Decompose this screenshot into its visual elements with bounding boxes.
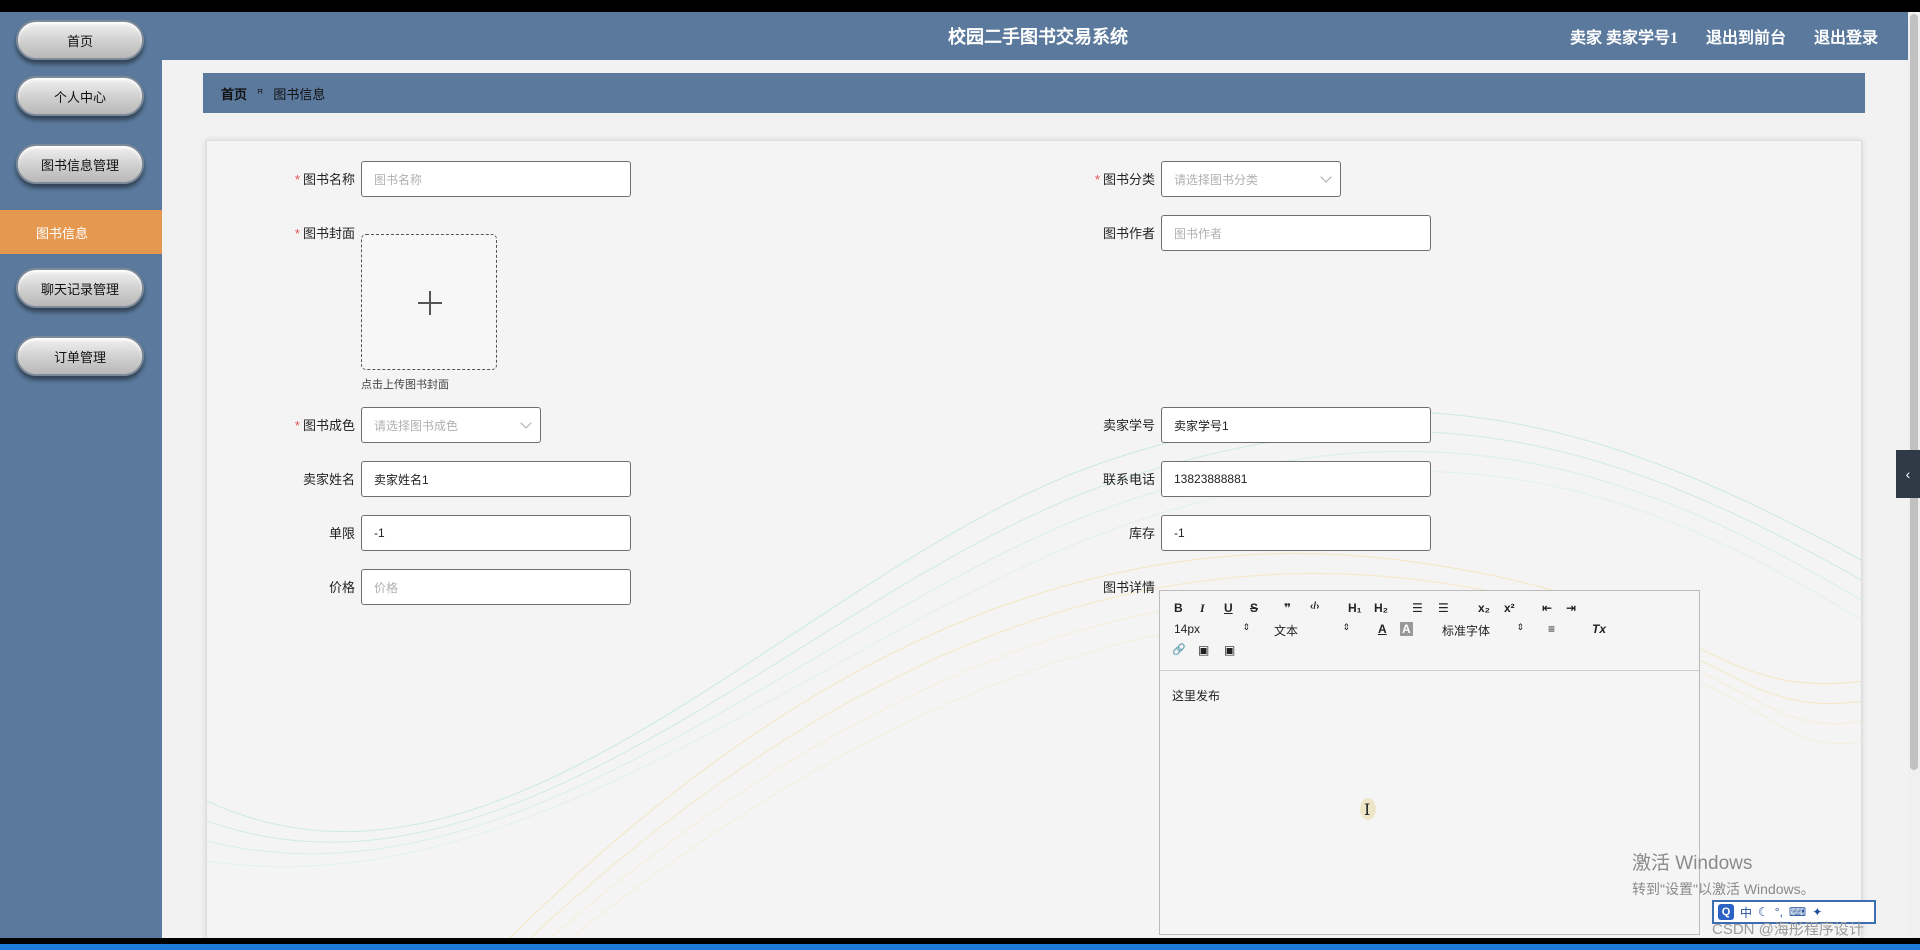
seller-id-input[interactable]: 卖家学号1 <box>1161 407 1431 443</box>
editor-content[interactable]: 这里发布 <box>1172 687 1220 704</box>
text-cursor-icon: I <box>1364 800 1371 819</box>
category-select[interactable]: 请选择图书分类 <box>1161 161 1341 197</box>
bold-icon[interactable]: B <box>1174 601 1183 615</box>
heading1-icon[interactable]: H₁ <box>1348 601 1362 615</box>
image-icon[interactable]: ▣ <box>1198 643 1209 657</box>
sidebar-item-book-info[interactable]: 图书信息 <box>0 210 162 254</box>
windows-activation-notice: 激活 Windows 转到"设置"以激活 Windows。 <box>1632 848 1815 899</box>
sidebar-item-home[interactable]: 首页 <box>16 20 144 60</box>
details-label: 图书详情 <box>1102 580 1155 595</box>
indent-icon[interactable]: ⇥ <box>1566 601 1576 615</box>
scrollbar-thumb[interactable] <box>1910 14 1918 770</box>
sidebar-item-orders[interactable]: 订单管理 <box>16 336 144 376</box>
cover-upload-tip: 点击上传图书封面 <box>361 379 449 391</box>
phone-input[interactable]: 13823888881 <box>1161 461 1431 497</box>
seller-name-input[interactable]: 卖家姓名1 <box>361 461 631 497</box>
moon-icon[interactable]: ☾ <box>1758 905 1769 919</box>
current-user: 卖家 卖家学号1 <box>1569 30 1678 47</box>
system-title: 校园二手图书交易系统 <box>948 27 1128 47</box>
app-window: 首页 个人中心 图书信息管理 图书信息 聊天记录管理 订单管理 校园二手图书交易… <box>0 12 1920 938</box>
top-header: 校园二手图书交易系统 卖家 卖家学号1 退出到前台 退出登录 <box>162 12 1920 60</box>
limit-label: 单限 <box>328 526 355 541</box>
user-area: 卖家 卖家学号1 退出到前台 退出登录 <box>1570 24 1878 48</box>
back-to-front-link[interactable]: 退出到前台 <box>1706 24 1786 48</box>
limit-input[interactable]: -1 <box>361 515 631 551</box>
keyboard-icon[interactable]: ⌨ <box>1789 905 1806 919</box>
cover-label: * 图书封面 <box>294 226 355 241</box>
background-color-icon[interactable]: A <box>1400 622 1413 636</box>
condition-label: * 图书成色 <box>294 418 355 433</box>
subscript-icon[interactable]: x₂ <box>1478 601 1490 615</box>
clear-format-icon[interactable]: Tx <box>1592 622 1606 636</box>
taskbar-progress-line <box>0 944 1920 950</box>
punctuation-icon[interactable]: °, <box>1775 905 1783 919</box>
italic-icon[interactable]: I <box>1200 601 1205 616</box>
author-label: 图书作者 <box>1102 226 1155 241</box>
outdent-icon[interactable]: ⇤ <box>1542 601 1552 615</box>
video-icon[interactable]: ▣ <box>1224 643 1235 657</box>
price-label: 价格 <box>328 580 355 595</box>
cover-upload-box[interactable] <box>361 234 497 370</box>
sidebar-item-book-management[interactable]: 图书信息管理 <box>16 144 144 184</box>
breadcrumb-home[interactable]: 首页 <box>221 84 247 103</box>
spinner-icon: ⇕ <box>1516 622 1524 632</box>
code-icon[interactable]: ‹/› <box>1310 601 1319 612</box>
breadcrumb: 首页 ꟸ 图书信息 <box>203 73 1865 113</box>
spinner-icon: ⇕ <box>1242 622 1250 632</box>
sidebar-item-chat-records[interactable]: 聊天记录管理 <box>16 268 144 308</box>
price-input[interactable]: 价格 <box>361 569 631 605</box>
chevron-down-icon <box>520 417 532 429</box>
book-name-label: * 图书名称 <box>294 172 355 187</box>
csdn-watermark: CSDN @海彤程序设计 <box>1712 921 1864 938</box>
sidebar: 首页 个人中心 图书信息管理 图书信息 聊天记录管理 订单管理 <box>0 12 162 938</box>
align-icon[interactable]: ≡ <box>1548 622 1555 636</box>
seller-id-label: 卖家学号 <box>1102 418 1155 433</box>
spinner-icon: ⇕ <box>1342 622 1350 632</box>
strikethrough-icon[interactable]: S <box>1250 601 1258 615</box>
editor-toolbar: B I U S ❞ ‹/› H₁ H₂ ☰ ☰ x₂ x² ⇤ ⇥ 14px ⇕ … <box>1160 591 1699 671</box>
chevron-down-icon <box>1320 171 1332 183</box>
author-input[interactable]: 图书作者 <box>1161 215 1431 251</box>
chevron-left-icon: ‹ <box>1905 466 1911 482</box>
text-type-select[interactable]: 文本 ⇕ <box>1274 622 1350 639</box>
seller-name-label: 卖家姓名 <box>302 472 355 487</box>
bullet-list-icon[interactable]: ☰ <box>1438 601 1449 615</box>
book-name-input[interactable]: 图书名称 <box>361 161 631 197</box>
superscript-icon[interactable]: x² <box>1504 601 1515 615</box>
ordered-list-icon[interactable]: ☰ <box>1412 601 1423 615</box>
heading2-icon[interactable]: H₂ <box>1374 601 1388 615</box>
quote-icon[interactable]: ❞ <box>1284 601 1291 615</box>
breadcrumb-current: 图书信息 <box>273 86 326 102</box>
stock-input[interactable]: -1 <box>1161 515 1431 551</box>
rich-text-editor: B I U S ❞ ‹/› H₁ H₂ ☰ ☰ x₂ x² ⇤ ⇥ 14px ⇕ … <box>1159 590 1700 935</box>
tool-icon[interactable]: ✦ <box>1812 905 1822 919</box>
font-color-icon[interactable]: A <box>1378 622 1387 636</box>
breadcrumb-separator-icon: ꟸ <box>257 87 264 100</box>
link-icon[interactable]: 🔗 <box>1172 643 1186 656</box>
activation-title: 激活 Windows <box>1632 853 1753 874</box>
stock-label: 库存 <box>1128 526 1155 541</box>
activation-subtitle: 转到"设置"以激活 Windows。 <box>1632 881 1815 897</box>
font-family-select[interactable]: 标准字体 ⇕ <box>1442 622 1524 639</box>
sidebar-item-personal-center[interactable]: 个人中心 <box>16 76 144 116</box>
phone-label: 联系电话 <box>1102 472 1155 487</box>
category-label: * 图书分类 <box>1094 172 1155 187</box>
condition-select[interactable]: 请选择图书成色 <box>361 407 541 443</box>
underline-icon[interactable]: U <box>1224 601 1233 615</box>
logout-link[interactable]: 退出登录 <box>1814 24 1878 48</box>
collapse-handle[interactable]: ‹ <box>1896 450 1920 498</box>
font-size-select[interactable]: 14px ⇕ <box>1174 622 1250 636</box>
